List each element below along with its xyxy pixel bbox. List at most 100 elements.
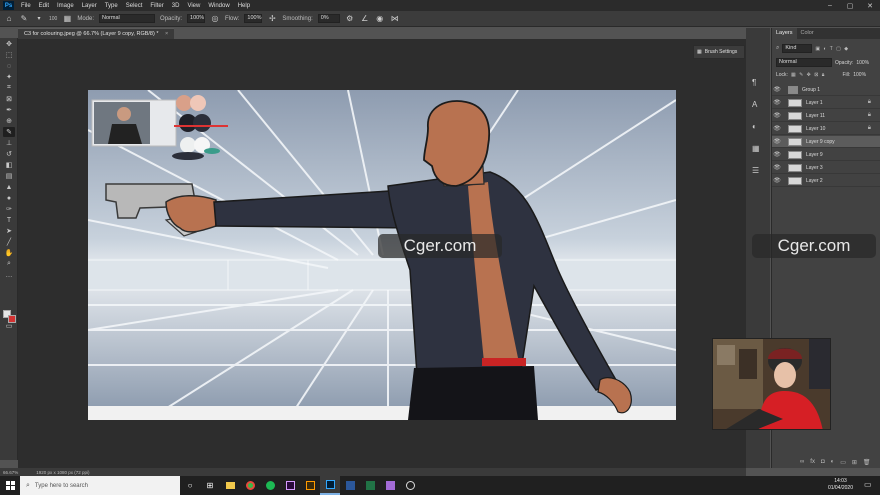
type-tool-icon[interactable]: T [3, 215, 15, 225]
airbrush-icon[interactable]: ✢ [267, 14, 277, 24]
delete-layer-icon[interactable]: 🗑︎ [863, 459, 871, 466]
spotify-icon[interactable] [260, 476, 280, 495]
premiere-icon[interactable] [280, 476, 300, 495]
layer-row[interactable]: 👁︎ Layer 1 🔒︎ [772, 97, 880, 109]
adjustment-layer-icon[interactable]: ◐ [831, 459, 835, 466]
zoom-level[interactable]: 66.67% [3, 470, 18, 475]
layer-name[interactable]: Layer 3 [806, 165, 823, 171]
visibility-eye-icon[interactable]: 👁︎ [772, 112, 782, 119]
path-select-tool-icon[interactable]: ➤ [3, 226, 15, 236]
brush-tool-icon[interactable]: ✎ [3, 127, 15, 137]
word-icon[interactable] [340, 476, 360, 495]
layer-name[interactable]: Layer 10 [806, 126, 825, 132]
filter-icons[interactable]: ▣ ◐ T ▢ ◆ [815, 46, 849, 52]
more-tools-icon[interactable]: … [3, 270, 15, 280]
gear-icon[interactable]: ⚙ [345, 14, 355, 24]
new-layer-icon[interactable]: ⊞ [852, 459, 857, 466]
layer-row[interactable]: 👁︎ Group 1 [772, 84, 880, 96]
menu-filter[interactable]: Filter [146, 3, 167, 9]
background-color-swatch[interactable] [8, 315, 16, 323]
quick-select-tool-icon[interactable]: ✦ [3, 72, 15, 82]
visibility-eye-icon[interactable]: 👁︎ [772, 99, 782, 106]
tab-color[interactable]: Color [797, 28, 818, 39]
move-tool-icon[interactable]: ✥ [3, 39, 15, 49]
chrome-icon[interactable] [240, 476, 260, 495]
add-mask-icon[interactable]: ◘ [821, 459, 825, 466]
blur-tool-icon[interactable]: ▲ [3, 182, 15, 192]
zoom-tool-icon[interactable]: ⌕ [3, 259, 15, 269]
windows-start-icon[interactable] [0, 476, 20, 495]
eraser-tool-icon[interactable]: ◧ [3, 160, 15, 170]
paragraph-panel-icon[interactable]: ¶ [752, 78, 756, 87]
visibility-eye-icon[interactable]: 👁︎ [772, 125, 782, 132]
menu-select[interactable]: Select [122, 3, 147, 9]
blend-mode-select[interactable]: Normal [776, 58, 832, 67]
brush-tool-icon[interactable]: ✎ [19, 14, 29, 24]
layer-name[interactable]: Group 1 [802, 87, 820, 93]
lasso-tool-icon[interactable]: ◌ [3, 61, 15, 71]
menu-edit[interactable]: Edit [35, 3, 53, 9]
libraries-icon[interactable]: ☰ [752, 166, 759, 175]
crop-tool-icon[interactable]: ⌗ [3, 83, 15, 93]
layer-row[interactable]: 👁︎ Layer 9 [772, 149, 880, 161]
task-view-icon[interactable]: ○ [180, 476, 200, 495]
new-group-icon[interactable]: ▭ [840, 459, 846, 466]
line-tool-icon[interactable]: ╱ [3, 237, 15, 247]
layer-name[interactable]: Layer 2 [806, 178, 823, 184]
photoshop-icon[interactable] [320, 476, 340, 495]
layer-name[interactable]: Layer 9 [806, 152, 823, 158]
layer-row[interactable]: 👁︎ Layer 2 [772, 175, 880, 187]
menu-3d[interactable]: 3D [168, 3, 184, 9]
visibility-eye-icon[interactable]: 👁︎ [772, 164, 782, 171]
pen-tool-icon[interactable]: ✑ [3, 204, 15, 214]
excel-icon[interactable] [360, 476, 380, 495]
symmetry-icon[interactable]: ⋈ [390, 14, 400, 24]
filter-kind-select[interactable]: Kind [782, 44, 813, 53]
menu-file[interactable]: File [17, 3, 35, 9]
swatches-icon[interactable]: ▦ [752, 144, 760, 153]
adjustments-icon[interactable]: ◐ [752, 122, 757, 131]
layer-name[interactable]: Layer 11 [806, 113, 825, 119]
file-explorer-icon[interactable]: ⊞ [200, 476, 220, 495]
visibility-eye-icon[interactable]: 👁︎ [772, 151, 782, 158]
layer-row[interactable]: 👁︎ Layer 11 🔒︎ [772, 110, 880, 122]
healing-tool-icon[interactable]: ⊕ [3, 116, 15, 126]
smoothing-field[interactable]: 0% [317, 14, 340, 23]
menu-window[interactable]: Window [204, 3, 233, 9]
opacity-value[interactable]: 100% [856, 60, 869, 66]
close-tab-icon[interactable]: × [165, 31, 168, 37]
taskbar-search-box[interactable]: ⌕ Type here to search [20, 476, 180, 495]
menu-type[interactable]: Type [101, 3, 122, 9]
marquee-tool-icon[interactable]: ⬚ [3, 50, 15, 60]
brush-settings-button[interactable]: ▦ Brush Settings [693, 45, 745, 59]
flow-field[interactable]: 100% [244, 14, 263, 23]
character-panel-icon[interactable]: A [752, 100, 757, 109]
maximize-icon[interactable]: ▢ [840, 0, 860, 11]
system-clock[interactable]: 14:03 01/04/2020 [828, 478, 853, 492]
dodge-tool-icon[interactable]: ● [3, 193, 15, 203]
stamp-tool-icon[interactable]: ⊥ [3, 138, 15, 148]
home-icon[interactable]: ⌂ [4, 14, 14, 24]
menu-view[interactable]: View [183, 3, 204, 9]
angle-icon[interactable]: ∠ [360, 14, 370, 24]
layer-row[interactable]: 👁︎ Layer 10 🔒︎ [772, 123, 880, 135]
layer-row[interactable]: 👁︎ Layer 3 [772, 162, 880, 174]
menu-image[interactable]: Image [53, 3, 78, 9]
pressure-opacity-icon[interactable]: ◎ [210, 14, 220, 24]
gradient-tool-icon[interactable]: ▤ [3, 171, 15, 181]
document-tab[interactable]: C3 for colouring.jpeg @ 66.7% (Layer 9 c… [18, 28, 175, 39]
history-brush-icon[interactable]: ↺ [3, 149, 15, 159]
menu-help[interactable]: Help [234, 3, 254, 9]
tab-layers[interactable]: Layers [772, 28, 797, 39]
opacity-field[interactable]: 100% [187, 14, 206, 23]
obs-icon[interactable] [400, 476, 420, 495]
fill-value[interactable]: 100% [853, 72, 866, 78]
chevron-down-icon[interactable]: ▾ [34, 14, 44, 24]
layer-name[interactable]: Layer 1 [806, 100, 823, 106]
minimize-icon[interactable]: – [820, 0, 840, 11]
brush-size-value[interactable]: 100 [49, 16, 57, 22]
eyedropper-tool-icon[interactable]: ✒ [3, 105, 15, 115]
menu-layer[interactable]: Layer [78, 3, 101, 9]
illustrator-icon[interactable] [300, 476, 320, 495]
notifications-icon[interactable]: ▭ [864, 480, 874, 490]
